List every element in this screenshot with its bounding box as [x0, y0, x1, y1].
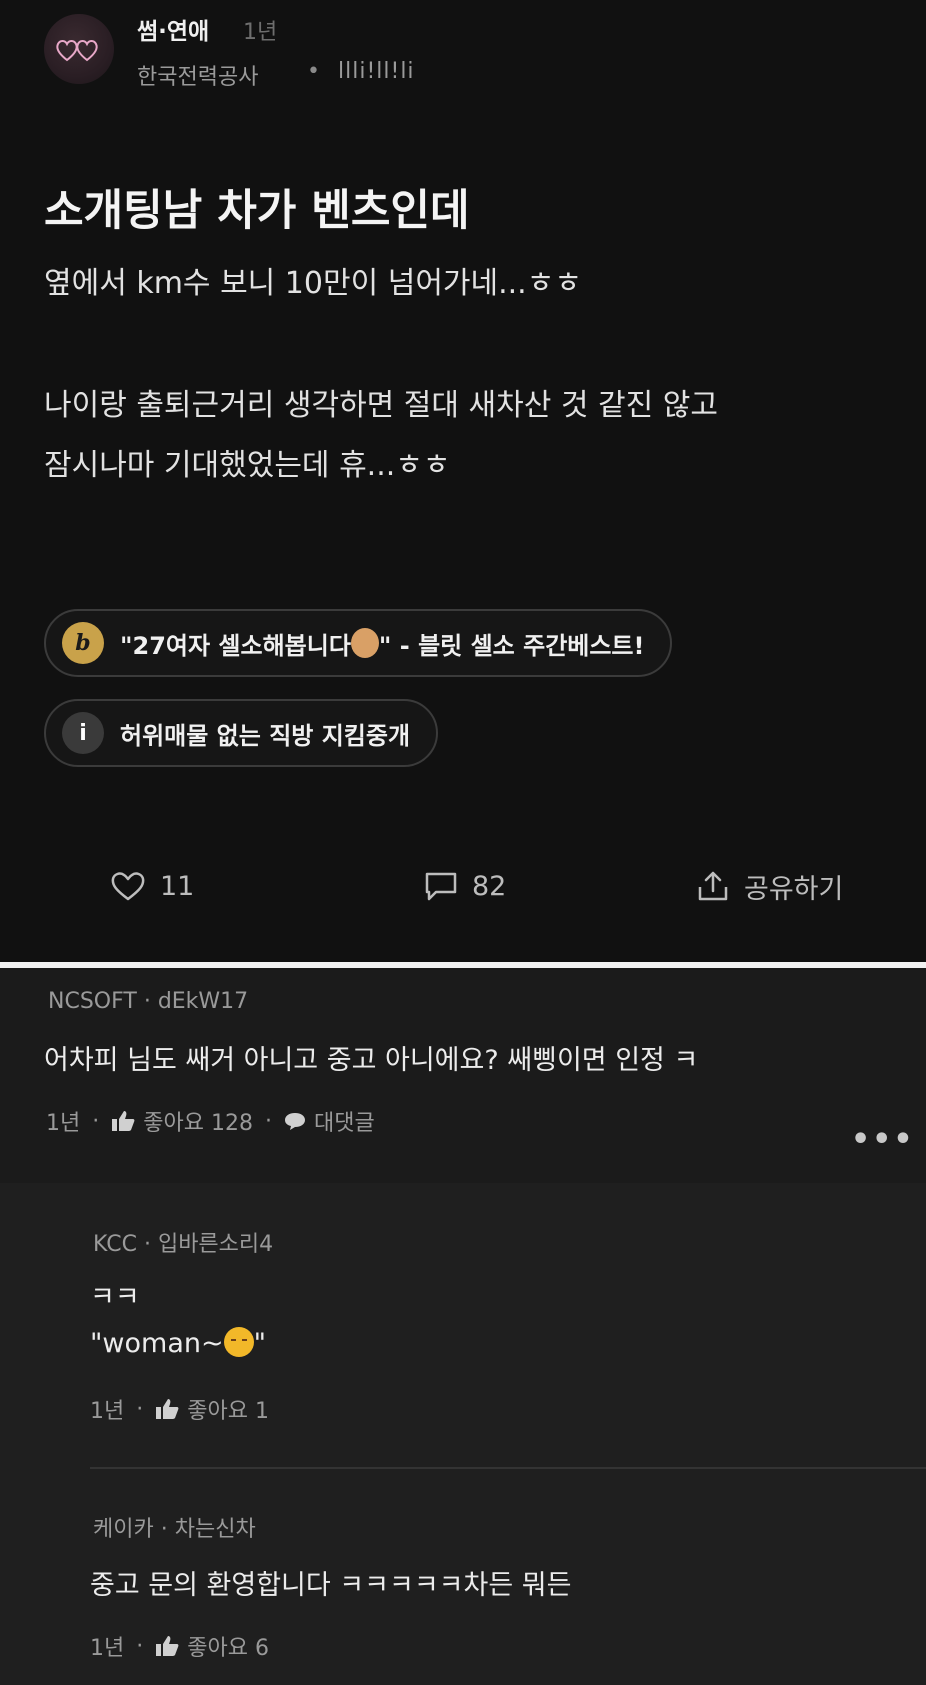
chip-text-before: "27여자 셀소해봅니다	[120, 631, 351, 660]
meta-dot: ·	[264, 1108, 272, 1134]
meta-dot: ·	[136, 1396, 144, 1422]
comment-button[interactable]: 82	[424, 866, 506, 906]
reply-text-line: "woman~ "	[90, 1327, 266, 1359]
reply-time: 1년	[90, 1399, 125, 1424]
post-title: 소개팅남 차가 벤츠인데	[44, 186, 470, 236]
comment-meta: NCSOFT · dEkW17	[48, 989, 248, 1014]
reply-meta: KCC · 입바른소리4	[93, 1226, 273, 1258]
comment-count: 82	[472, 870, 507, 902]
comment-time: 1년	[46, 1111, 81, 1136]
thumbs-up-icon[interactable]	[155, 1398, 179, 1420]
comment-text: 어차피 님도 쌔거 아니고 중고 아니에요? 쌔삥이면 인정 ㅋ	[44, 1045, 699, 1076]
comment-bubble-icon	[425, 872, 457, 901]
meta-dot: ·	[92, 1108, 100, 1134]
share-label: 공유하기	[744, 873, 844, 905]
post-card: 썸·연애 1년 한국전력공사 • llli!ll!li 소개팅남 차가 벤츠인데…	[0, 0, 926, 962]
comment-nickname[interactable]: dEkW17	[158, 989, 248, 1014]
raising-hand-emoji-icon	[350, 628, 379, 658]
promo-chip-blind[interactable]: b "27여자 셀소해봅니다 " - 블릿 셀소 주간베스트!	[44, 609, 673, 677]
post-body-line: 잠시나마 기대했었는데 휴...ㅎㅎ	[44, 448, 451, 483]
reply-time: 1년	[90, 1636, 125, 1661]
reply-text: 중고 문의 환영합니다 ㅋㅋㅋㅋㅋ차든 뭐든	[90, 1570, 572, 1601]
reply-text-part: "woman~	[90, 1328, 224, 1359]
reply-label[interactable]: 대댓글	[314, 1105, 375, 1137]
post-time: 1년	[243, 20, 278, 45]
reply-footer: 1년 · 좋아요 1	[90, 1393, 269, 1425]
thumbs-up-icon[interactable]	[111, 1110, 135, 1132]
reply-meta: 케이카 · 차는신차	[93, 1511, 256, 1543]
meta-dot: ·	[143, 989, 151, 1014]
info-icon: i	[62, 712, 104, 754]
post-body-line: 나이랑 출퇴근거리 생각하면 절대 새차산 것 같진 않고	[44, 388, 718, 423]
meta-dot: ·	[160, 1517, 168, 1542]
like-button[interactable]: 11	[110, 866, 194, 906]
chip-text: 허위매물 없는 직방 지킴중개	[120, 721, 411, 750]
chip-text-after: " - 블릿 셀소 주간베스트!	[378, 631, 645, 660]
comment-company[interactable]: NCSOFT	[48, 989, 137, 1014]
board-avatar[interactable]	[44, 14, 114, 84]
post-body-line: 옆에서 km수 보니 10만이 넘어가네...ㅎㅎ	[44, 266, 582, 301]
reply-company[interactable]: KCC	[93, 1232, 137, 1257]
reply-like-label[interactable]: 좋아요 1	[187, 1393, 269, 1425]
thumbs-up-icon[interactable]	[155, 1635, 179, 1657]
blind-logo-icon: b	[62, 622, 104, 664]
author-nickname[interactable]: llli!ll!li	[338, 59, 415, 84]
reply-nickname[interactable]: 차는신차	[175, 1517, 256, 1542]
share-button[interactable]: 공유하기	[696, 866, 843, 906]
comment-footer: 1년 · 좋아요 128 · 대댓글	[46, 1105, 375, 1137]
reply-company[interactable]: 케이카	[93, 1517, 154, 1542]
reply-text-part: "	[253, 1328, 267, 1359]
reply-section	[0, 1183, 926, 1685]
share-icon	[698, 871, 728, 901]
reply-like-label[interactable]: 좋아요 6	[187, 1630, 269, 1662]
board-name[interactable]: 썸·연애	[137, 12, 209, 46]
author-company[interactable]: 한국전력공사	[137, 59, 258, 91]
reply-nickname[interactable]: 입바른소리4	[158, 1232, 273, 1257]
like-count: 11	[160, 870, 195, 902]
hearts-icon	[56, 40, 98, 62]
more-options-icon[interactable]: •••	[851, 1122, 915, 1157]
reply-divider	[90, 1467, 926, 1469]
tired-face-emoji-icon	[223, 1327, 254, 1357]
meta-dot: ·	[136, 1633, 144, 1659]
promo-chip-info[interactable]: i 허위매물 없는 직방 지킴중개	[44, 699, 439, 767]
meta-separator: •	[307, 59, 320, 84]
reply-bubble-icon[interactable]	[284, 1111, 306, 1131]
reply-footer: 1년 · 좋아요 6	[90, 1630, 269, 1662]
heart-outline-icon	[111, 872, 145, 901]
meta-dot: ·	[143, 1232, 151, 1257]
comment-like-label[interactable]: 좋아요 128	[143, 1105, 253, 1137]
reply-text-line: ㅋㅋ	[90, 1282, 140, 1313]
